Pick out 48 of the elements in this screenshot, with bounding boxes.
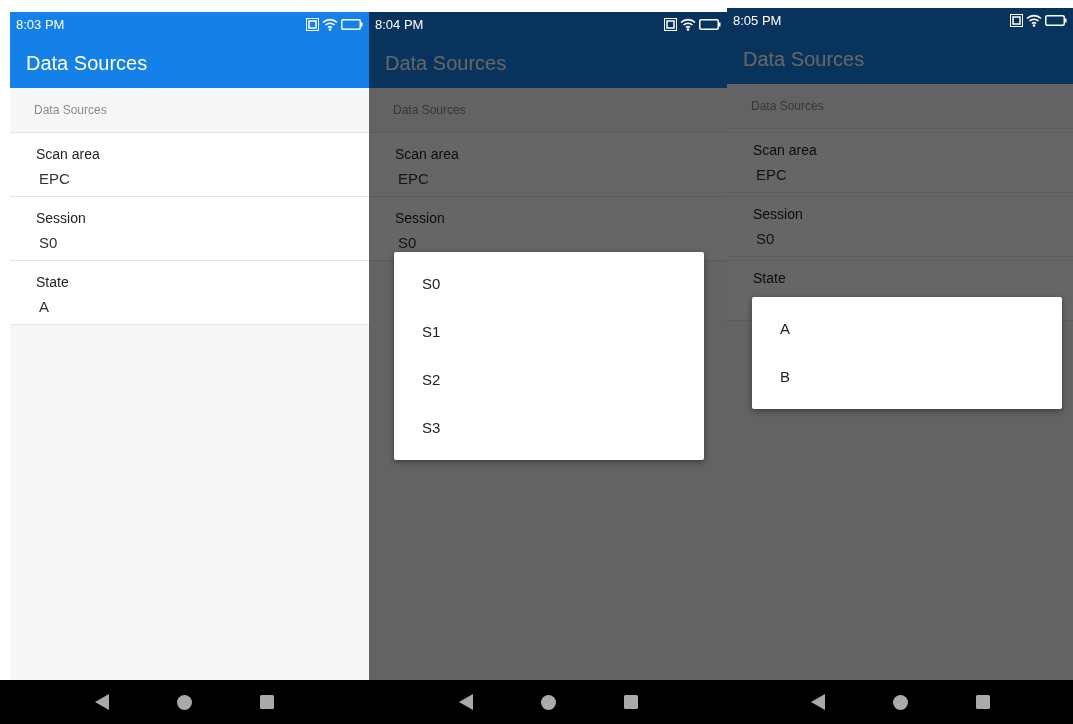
sim-card-icon	[306, 18, 319, 31]
recents-icon[interactable]	[623, 695, 638, 709]
setting-label: Scan area	[753, 141, 817, 159]
settings-row[interactable]: Scan area EPC	[10, 133, 369, 197]
dropdown-option[interactable]: S2	[394, 356, 704, 404]
setting-label: Scan area	[395, 145, 459, 163]
back-icon[interactable]	[810, 694, 825, 710]
setting-label: Scan area	[36, 145, 100, 163]
setting-value: EPC	[398, 169, 429, 189]
wifi-icon	[1026, 14, 1042, 27]
settings-row[interactable]: Session S0	[10, 197, 369, 261]
battery-icon	[699, 19, 721, 30]
setting-label: State	[36, 273, 69, 291]
setting-value: S0	[398, 233, 417, 253]
setting-value: S0	[39, 233, 58, 253]
setting-label: State	[753, 269, 786, 287]
settings-row[interactable]: State A	[10, 261, 369, 325]
setting-value: S0	[756, 229, 775, 249]
setting-label: Session	[395, 209, 445, 227]
setting-value: A	[39, 297, 49, 317]
setting-label: Session	[36, 209, 86, 227]
dropdown-option[interactable]: S0	[394, 260, 704, 308]
status-time: 8:04 PM	[375, 15, 424, 34]
home-icon[interactable]	[892, 694, 908, 710]
back-icon[interactable]	[95, 694, 109, 710]
section-header: Data Sources	[34, 102, 107, 119]
screen-title: Data Sources	[26, 50, 148, 76]
setting-value: EPC	[756, 165, 787, 185]
sim-card-icon	[1010, 14, 1023, 27]
dropdown-option[interactable]: A	[752, 305, 1062, 353]
screen-title: Data Sources	[743, 46, 865, 72]
battery-icon	[1045, 15, 1067, 26]
setting-label: Session	[753, 205, 803, 223]
wifi-icon	[322, 18, 338, 31]
home-icon[interactable]	[177, 694, 192, 710]
status-time: 8:05 PM	[733, 11, 782, 30]
screen-title: Data Sources	[385, 50, 507, 76]
battery-icon	[341, 19, 363, 30]
status-time: 8:03 PM	[16, 15, 65, 34]
wifi-icon	[680, 18, 696, 31]
dropdown-option[interactable]: S3	[394, 404, 704, 452]
recents-icon[interactable]	[975, 695, 990, 709]
home-icon[interactable]	[540, 694, 556, 710]
setting-value: EPC	[39, 169, 70, 189]
dropdown-option[interactable]: S1	[394, 308, 704, 356]
back-icon[interactable]	[458, 694, 473, 710]
dropdown-option[interactable]: B	[752, 353, 1062, 401]
sim-card-icon	[664, 18, 677, 31]
